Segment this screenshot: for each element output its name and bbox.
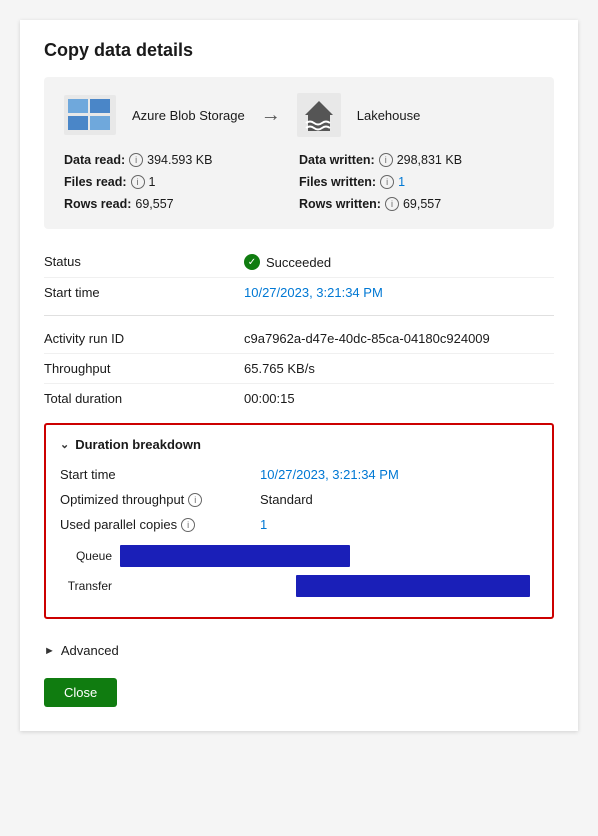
throughput-label: Throughput (44, 361, 244, 376)
advanced-chevron-icon: ► (44, 645, 55, 657)
data-read-row: Data read: i 394.593 KB (64, 151, 299, 169)
divider-1 (44, 315, 554, 316)
status-value: ✓ Succeeded (244, 254, 554, 270)
rows-written-info-icon[interactable]: i (385, 197, 399, 211)
optimized-throughput-info-icon[interactable]: i (188, 493, 202, 507)
data-read-value: 394.593 KB (147, 153, 212, 167)
total-duration-label: Total duration (44, 391, 244, 406)
files-written-value: 1 (398, 175, 405, 189)
rows-written-value: 69,557 (403, 197, 441, 211)
start-time-value: 10/27/2023, 3:21:34 PM (244, 285, 554, 300)
files-written-info-icon[interactable]: i (380, 175, 394, 189)
transfer-bar-label: Transfer (60, 579, 120, 593)
files-read-info-icon[interactable]: i (131, 175, 145, 189)
rows-read-label: Rows read: (64, 197, 131, 211)
breakdown-optimized-throughput-value: Standard (260, 492, 313, 507)
files-written-label: Files written: (299, 175, 376, 189)
queue-bar-label: Queue (60, 549, 120, 563)
breakdown-start-time-value: 10/27/2023, 3:21:34 PM (260, 467, 399, 482)
rows-written-row: Rows written: i 69,557 (299, 195, 534, 213)
close-button[interactable]: Close (44, 678, 117, 707)
total-duration-value: 00:00:15 (244, 391, 554, 406)
detail-section: Status ✓ Succeeded Start time 10/27/2023… (44, 247, 554, 307)
arrow-icon: → (261, 104, 281, 127)
check-icon: ✓ (244, 254, 260, 270)
start-time-label: Start time (44, 285, 244, 300)
breakdown-used-parallel-copies-row: Used parallel copies i 1 (60, 512, 538, 537)
start-time-row: Start time 10/27/2023, 3:21:34 PM (44, 278, 554, 307)
transfer-bar-row: Transfer (60, 575, 538, 597)
transfer-bar-fill (296, 575, 530, 597)
files-written-row: Files written: i 1 (299, 173, 534, 191)
queue-bar-fill (120, 545, 350, 567)
files-read-row: Files read: i 1 (64, 173, 299, 191)
transfer-bar-track (120, 575, 538, 597)
breakdown-start-time-row: Start time 10/27/2023, 3:21:34 PM (60, 462, 538, 487)
source-label: Azure Blob Storage (132, 108, 245, 123)
data-read-label: Data read: (64, 153, 125, 167)
rows-written-label: Rows written: (299, 197, 381, 211)
data-written-value: 298,831 KB (397, 153, 462, 167)
breakdown-used-parallel-copies-value: 1 (260, 517, 267, 532)
detail-section-2: Activity run ID c9a7962a-d47e-40dc-85ca-… (44, 324, 554, 413)
queue-bar-row: Queue (60, 545, 538, 567)
source-dest-box: Azure Blob Storage → Lakehouse Data read… (44, 77, 554, 229)
rows-read-row: Rows read: 69,557 (64, 195, 299, 213)
duration-breakdown-box: ⌄ Duration breakdown Start time 10/27/20… (44, 423, 554, 619)
breakdown-chevron-icon: ⌄ (60, 438, 69, 451)
azure-blob-storage-icon (64, 95, 116, 135)
throughput-value: 65.765 KB/s (244, 361, 554, 376)
queue-bar-track (120, 545, 538, 567)
data-written-label: Data written: (299, 153, 375, 167)
panel-title: Copy data details (44, 40, 554, 61)
data-written-info-icon[interactable]: i (379, 153, 393, 167)
rows-read-value: 69,557 (135, 197, 173, 211)
breakdown-header-label: Duration breakdown (75, 437, 201, 452)
breakdown-start-time-label: Start time (60, 467, 260, 482)
data-read-info-icon[interactable]: i (129, 153, 143, 167)
copy-data-details-panel: Copy data details Azure Blob Storage → (20, 20, 578, 731)
dest-label: Lakehouse (357, 108, 421, 123)
activity-run-id-value: c9a7962a-d47e-40dc-85ca-04180c924009 (244, 331, 554, 346)
breakdown-header[interactable]: ⌄ Duration breakdown (60, 437, 538, 452)
files-read-label: Files read: (64, 175, 127, 189)
advanced-label: Advanced (61, 643, 119, 658)
total-duration-row: Total duration 00:00:15 (44, 384, 554, 413)
throughput-row: Throughput 65.765 KB/s (44, 354, 554, 384)
breakdown-used-parallel-copies-label: Used parallel copies i (60, 517, 260, 532)
advanced-row[interactable]: ► Advanced (44, 633, 554, 668)
lakehouse-icon (297, 93, 341, 137)
activity-run-id-label: Activity run ID (44, 331, 244, 346)
breakdown-optimized-throughput-row: Optimized throughput i Standard (60, 487, 538, 512)
data-written-row: Data written: i 298,831 KB (299, 151, 534, 169)
status-label: Status (44, 254, 244, 269)
status-row: Status ✓ Succeeded (44, 247, 554, 278)
sd-stats: Data read: i 394.593 KB Data written: i … (64, 151, 534, 213)
files-read-value: 1 (149, 175, 156, 189)
breakdown-optimized-throughput-label: Optimized throughput i (60, 492, 260, 507)
activity-run-id-row: Activity run ID c9a7962a-d47e-40dc-85ca-… (44, 324, 554, 354)
sd-top: Azure Blob Storage → Lakehouse (64, 93, 534, 137)
used-parallel-copies-info-icon[interactable]: i (181, 518, 195, 532)
bar-chart: Queue Transfer (60, 545, 538, 597)
